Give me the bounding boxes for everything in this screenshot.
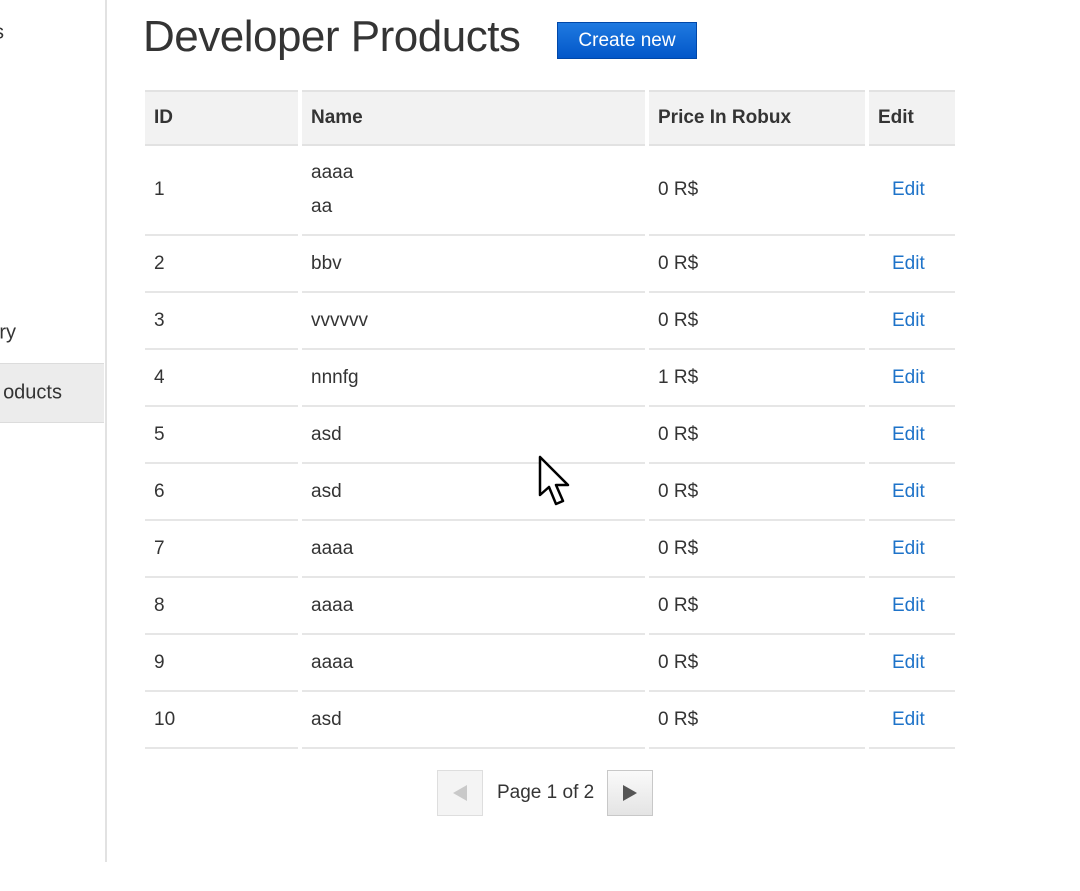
page-indicator: Page 1 of 2 [497,782,595,803]
next-page-button[interactable] [607,770,654,816]
sidebar-item-label: oducts [3,381,62,404]
table-row: 9 aaaa 0 R$ Edit [145,635,955,692]
edit-cell: Edit [869,350,955,407]
product-name: asd [302,464,645,521]
product-name-line: aa [311,196,333,217]
triangle-left-icon [453,785,467,801]
product-name: aaaa [302,521,645,578]
edit-link[interactable]: Edit [878,253,925,275]
edit-cell: Edit [869,407,955,464]
edit-link[interactable]: Edit [878,652,925,674]
product-price: 0 R$ [649,635,865,692]
product-price: 0 R$ [649,464,865,521]
product-id: 5 [145,407,298,464]
product-price: 0 R$ [649,578,865,635]
product-name: asd [302,407,645,464]
table-row: 8 aaaa 0 R$ Edit [145,578,955,635]
create-new-button[interactable]: Create new [557,22,697,59]
triangle-right-icon [623,785,638,801]
previous-page-button[interactable] [437,770,483,816]
edit-link[interactable]: Edit [878,481,925,503]
edit-link[interactable]: Edit [878,179,925,201]
product-id: 1 [145,146,298,236]
product-price: 0 R$ [649,407,865,464]
page-title: Developer Products [143,12,521,61]
edit-link[interactable]: Edit [878,538,925,560]
product-id: 7 [145,521,298,578]
edit-cell: Edit [869,635,955,692]
sidebar-item-label: s [0,22,4,45]
product-name: vvvvvv [302,293,645,350]
product-name: aaaa aa [302,146,645,236]
product-price: 0 R$ [649,236,865,293]
product-price: 0 R$ [649,521,865,578]
edit-link[interactable]: Edit [878,367,925,389]
product-id: 10 [145,692,298,749]
column-header-name[interactable]: Name [302,90,645,146]
product-id: 8 [145,578,298,635]
sidebar-item-developer-products[interactable]: oducts [0,363,104,423]
column-header-price[interactable]: Price In Robux [649,90,865,146]
edit-link[interactable]: Edit [878,709,925,731]
product-id: 6 [145,464,298,521]
column-header-id[interactable]: ID [145,90,298,146]
product-name: nnnfg [302,350,645,407]
table-row: 4 nnnfg 1 R$ Edit [145,350,955,407]
product-id: 4 [145,350,298,407]
developer-products-page: s ry oducts Developer Products Create ne… [0,0,1080,891]
table-row: 1 aaaa aa 0 R$ Edit [145,146,955,236]
product-price: 0 R$ [649,146,865,236]
product-name: asd [302,692,645,749]
product-name: aaaa [302,635,645,692]
pagination: Page 1 of 2 [437,770,654,816]
sidebar-item-2[interactable]: ry [0,318,104,348]
edit-cell: Edit [869,293,955,350]
edit-link[interactable]: Edit [878,310,925,332]
column-header-edit: Edit [869,90,955,146]
product-id: 9 [145,635,298,692]
product-name-line: aaaa [311,162,354,183]
product-price: 0 R$ [649,293,865,350]
edit-cell: Edit [869,692,955,749]
edit-link[interactable]: Edit [878,595,925,617]
edit-link[interactable]: Edit [878,424,925,446]
table-row: 10 asd 0 R$ Edit [145,692,955,749]
edit-cell: Edit [869,464,955,521]
edit-cell: Edit [869,578,955,635]
table-row: 5 asd 0 R$ Edit [145,407,955,464]
edit-cell: Edit [869,146,955,236]
product-price: 0 R$ [649,692,865,749]
developer-products-table: ID Name Price In Robux Edit 1 aaaa aa 0 … [145,90,955,749]
product-name: bbv [302,236,645,293]
product-id: 3 [145,293,298,350]
product-id: 2 [145,236,298,293]
product-name: aaaa [302,578,645,635]
product-price: 1 R$ [649,350,865,407]
edit-cell: Edit [869,521,955,578]
table-row: 7 aaaa 0 R$ Edit [145,521,955,578]
table-row: 2 bbv 0 R$ Edit [145,236,955,293]
sidebar-item-1[interactable]: s [0,18,104,48]
sidebar: s ry oducts [0,0,107,862]
table-row: 6 asd 0 R$ Edit [145,464,955,521]
table-row: 3 vvvvvv 0 R$ Edit [145,293,955,350]
table-header-row: ID Name Price In Robux Edit [145,90,955,146]
sidebar-item-label: ry [0,321,16,344]
edit-cell: Edit [869,236,955,293]
